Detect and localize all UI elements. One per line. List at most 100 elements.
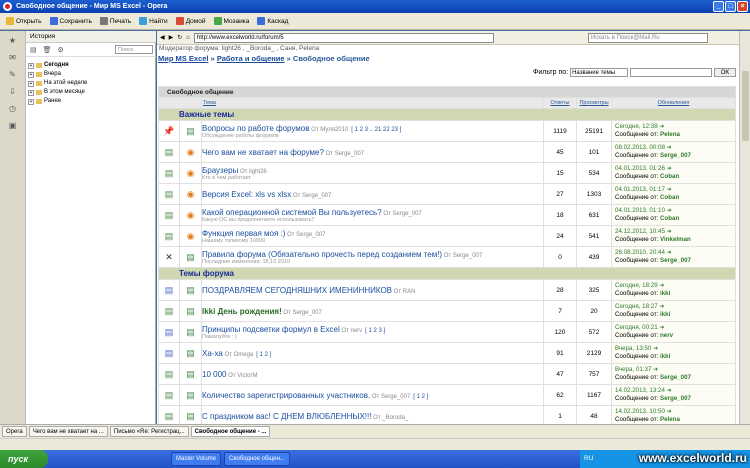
scrollbar-thumb[interactable] xyxy=(742,71,749,141)
close-button[interactable]: × xyxy=(737,1,748,12)
go-to-post-icon[interactable]: ➜ xyxy=(665,186,672,193)
mail-icon[interactable]: ✉ xyxy=(7,52,19,64)
last-post-username[interactable]: Pelena xyxy=(660,131,680,138)
topic-title-link[interactable]: С праздником вас! С ДНЕМ ВЛЮБЛЕННЫХ!!! xyxy=(202,412,371,421)
last-post-date[interactable]: Сегодня, 18:29 ➜ xyxy=(615,282,735,290)
go-to-post-icon[interactable]: ➜ xyxy=(651,345,658,352)
last-post-date[interactable]: Сегодня, 12:38 ➜ xyxy=(615,123,735,131)
last-post-date[interactable]: Вчера, 13:50 ➜ xyxy=(615,345,735,353)
filter-ok-button[interactable]: OK xyxy=(714,68,737,77)
history-item[interactable]: + Ранее xyxy=(28,97,153,106)
column-updated[interactable]: Обновления xyxy=(611,97,736,109)
search-input[interactable]: Искать в Поиск@Mail.Ru xyxy=(587,32,708,43)
column-topic[interactable]: Тема xyxy=(201,97,544,109)
last-post-username[interactable]: Vinkelman xyxy=(660,236,691,243)
topic-pages[interactable]: [ 1 2 3 .. 21 22 23 ] xyxy=(351,127,401,133)
toolbar-button-1[interactable]: Сохранить xyxy=(47,14,95,28)
last-post-username[interactable]: ikki xyxy=(660,353,670,360)
breadcrumb-root[interactable]: Мир MS Excel xyxy=(158,54,208,63)
last-post-username[interactable]: nerv xyxy=(660,332,673,339)
topic-title-link[interactable]: Какой операционной системой Вы пользуете… xyxy=(202,208,382,217)
go-to-post-icon[interactable]: ➜ xyxy=(665,165,672,172)
column-views[interactable]: Просмотры xyxy=(576,97,612,109)
toolbar-button-0[interactable]: Открыть xyxy=(3,14,45,28)
topic-title-link[interactable]: Версия Excel: xls vs xlsx xyxy=(202,190,291,199)
go-to-post-icon[interactable]: ➜ xyxy=(665,228,672,235)
go-to-post-icon[interactable]: ➜ xyxy=(665,144,672,151)
last-post-username[interactable]: ikki xyxy=(660,290,670,297)
widgets-icon[interactable]: ▣ xyxy=(7,120,19,132)
last-post-date[interactable]: 26.08.2010, 20:44 ➜ xyxy=(615,249,735,257)
author-link[interactable]: _Boroda_ xyxy=(382,415,408,421)
author-link[interactable]: nerv xyxy=(351,328,363,334)
last-post-username[interactable]: Serge_007 xyxy=(660,257,691,264)
last-post-username[interactable]: Serge_007 xyxy=(660,152,691,159)
new-folder-icon[interactable]: ▤ xyxy=(30,46,37,54)
author-link[interactable]: Serge_007 xyxy=(335,151,364,157)
start-button[interactable]: пуск xyxy=(0,450,48,468)
topic-title-link[interactable]: Чего вам не хватает на форуме? xyxy=(202,148,324,157)
last-post-username[interactable]: Coban xyxy=(660,194,679,201)
last-post-username[interactable]: Serge_007 xyxy=(660,395,691,402)
filter-select[interactable]: Название темы xyxy=(570,68,629,77)
back-icon[interactable]: ◀ xyxy=(160,34,165,41)
last-post-date[interactable]: 24.12.2012, 10:45 ➜ xyxy=(615,228,735,236)
go-to-post-icon[interactable]: ➜ xyxy=(658,282,664,289)
author-link[interactable]: RAN xyxy=(403,289,416,295)
home-nav-icon[interactable]: ⌂ xyxy=(186,35,190,41)
author-link[interactable]: Serge_007 xyxy=(392,211,421,217)
last-post-username[interactable]: Coban xyxy=(660,215,679,222)
tab-1[interactable]: Чего вам не хватает на ... xyxy=(28,426,108,437)
go-to-post-icon[interactable]: ➜ xyxy=(651,366,658,373)
topic-title-link[interactable]: Принципы подсветки формул в Excel xyxy=(202,325,340,334)
address-input[interactable]: http://www.excelworld.ru/forum/5 xyxy=(193,32,494,43)
last-post-date[interactable]: Сегодня, 00:21 ➜ xyxy=(615,324,735,332)
history-icon[interactable]: ◷ xyxy=(7,103,19,115)
author-link[interactable]: light26 xyxy=(249,169,267,175)
topic-title-link[interactable]: 10 000 xyxy=(202,370,226,379)
task-master-volume[interactable]: Master Volume xyxy=(171,452,222,466)
author-link[interactable]: Omega xyxy=(234,352,254,358)
history-item[interactable]: + На этой неделе xyxy=(28,79,153,88)
topic-title-link[interactable]: Браузеры xyxy=(202,166,238,175)
last-post-username[interactable]: Serge_007 xyxy=(660,374,691,381)
topic-title-link[interactable]: Правила форума (Обязательно прочесть пер… xyxy=(202,250,442,259)
toolbar-button-4[interactable]: Домой xyxy=(173,14,209,28)
settings-icon[interactable]: ⚙ xyxy=(58,46,64,54)
last-post-username[interactable]: Pelena xyxy=(660,416,680,423)
last-post-date[interactable]: 14.02.2013, 13:24 ➜ xyxy=(615,387,735,395)
last-post-date[interactable]: Вчера, 01:37 ➜ xyxy=(615,366,735,374)
expand-icon[interactable]: + xyxy=(28,98,34,105)
topic-title-link[interactable]: ПОЗДРАВЛЯЕМ СЕГОДНЯШНИХ ИМЕНИННИКОВ xyxy=(202,286,392,295)
expand-icon[interactable]: + xyxy=(28,80,34,87)
tab-0[interactable]: Opera xyxy=(2,426,27,437)
minimize-button[interactable]: _ xyxy=(713,1,724,12)
last-post-date[interactable]: 08.02.2013, 00:08 ➜ xyxy=(615,144,735,152)
go-to-post-icon[interactable]: ➜ xyxy=(658,303,664,310)
downloads-icon[interactable]: ⇩ xyxy=(7,86,19,98)
topic-pages[interactable]: [ 1 2 ] xyxy=(413,394,428,400)
history-item[interactable]: + В этом месяце xyxy=(28,88,153,97)
expand-icon[interactable]: + xyxy=(28,89,34,96)
topic-pages[interactable]: [ 1 2 3 ] xyxy=(365,328,385,334)
author-link[interactable]: Serge_007 xyxy=(381,394,410,400)
delete-icon[interactable]: 🗑 xyxy=(43,46,52,54)
topic-title-link[interactable]: Вопросы по работе форумов xyxy=(202,124,310,133)
expand-icon[interactable]: + xyxy=(28,71,34,78)
last-post-username[interactable]: ikki xyxy=(660,311,670,318)
tab-3[interactable]: Свободное общение - ... xyxy=(190,426,271,437)
toolbar-button-3[interactable]: Найти xyxy=(136,14,171,28)
maximize-button[interactable]: □ xyxy=(725,1,736,12)
toolbar-button-5[interactable]: Мозаика xyxy=(211,14,253,28)
column-replies[interactable]: Ответы xyxy=(543,97,577,109)
author-link[interactable]: Serge_007 xyxy=(296,232,325,238)
reload-icon[interactable]: ↻ xyxy=(177,34,182,41)
forward-icon[interactable]: ▶ xyxy=(169,34,174,41)
last-post-username[interactable]: Coban xyxy=(660,173,679,180)
bookmarks-icon[interactable]: ★ xyxy=(7,35,19,47)
author-link[interactable]: Муля2010 xyxy=(320,127,348,133)
author-link[interactable]: Serge_007 xyxy=(302,193,331,199)
author-link[interactable]: Serge_007 xyxy=(293,310,322,316)
author-link[interactable]: VictorM xyxy=(237,373,257,379)
go-to-post-icon[interactable]: ➜ xyxy=(665,207,672,214)
